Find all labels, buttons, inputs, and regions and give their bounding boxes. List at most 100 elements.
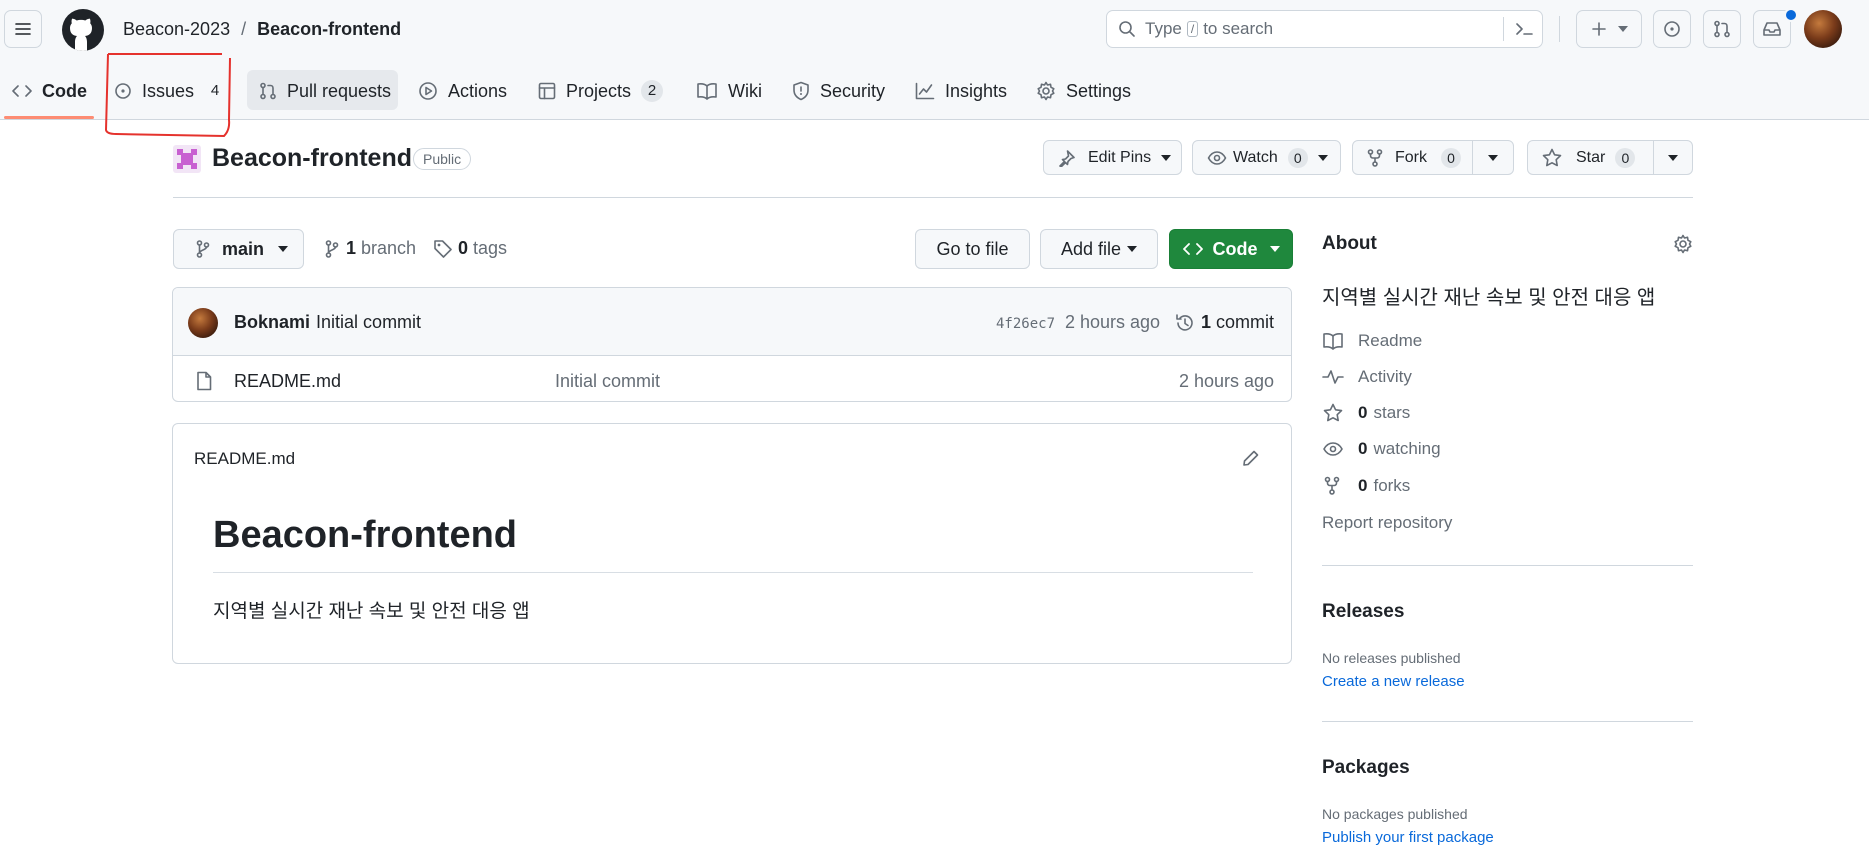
tab-actions-label: Actions xyxy=(448,80,508,101)
commit-author-avatar[interactable] xyxy=(188,308,218,338)
search-placeholder: Type / to search xyxy=(1145,19,1273,39)
book-icon xyxy=(1323,333,1343,350)
star-button[interactable]: Star 0 xyxy=(1528,141,1654,174)
branch-count: 1 xyxy=(346,238,357,258)
activity-link[interactable]: Activity xyxy=(1322,367,1412,387)
branch-name: main xyxy=(222,238,265,259)
graph-icon xyxy=(915,82,935,100)
repo-avatar xyxy=(173,145,201,173)
repo-header-divider xyxy=(173,197,1693,198)
create-new-button[interactable] xyxy=(1576,10,1642,48)
tab-insights-label: Insights xyxy=(945,80,1008,101)
search-placeholder-post: to search xyxy=(1203,19,1274,38)
tab-wiki[interactable]: Wiki xyxy=(696,74,762,108)
fork-button[interactable]: Fork 0 xyxy=(1353,141,1473,174)
stars-link[interactable]: 0 stars xyxy=(1322,403,1410,423)
triangle-down-icon xyxy=(1127,246,1138,252)
tab-insights[interactable]: Insights xyxy=(915,74,1007,108)
add-file-label: Add file xyxy=(1060,238,1122,259)
report-repository-link[interactable]: Report repository xyxy=(1322,513,1452,533)
github-logo[interactable] xyxy=(62,9,104,51)
stars-label: stars xyxy=(1373,403,1411,422)
tab-projects-label: Projects xyxy=(566,80,632,101)
forks-link[interactable]: 0 forks xyxy=(1322,476,1410,496)
tab-projects-count: 2 xyxy=(641,80,664,102)
tab-actions[interactable]: Actions xyxy=(418,74,507,108)
commit-summary: Boknami Initial commit xyxy=(234,312,421,333)
menu-icon xyxy=(15,23,31,35)
tab-code[interactable]: Code xyxy=(12,74,87,108)
tab-settings[interactable]: Settings xyxy=(1036,74,1131,108)
fork-label: Fork xyxy=(1395,148,1427,166)
repo-title[interactable]: Beacon-frontend xyxy=(212,144,412,173)
code-button[interactable]: Code xyxy=(1169,229,1293,269)
file-name[interactable]: README.md xyxy=(234,371,341,392)
star-dropdown-button[interactable] xyxy=(1654,141,1692,174)
tab-projects[interactable]: Projects 2 xyxy=(538,74,664,108)
tab-pull-requests-label: Pull requests xyxy=(287,80,392,101)
watch-count: 0 xyxy=(1287,147,1308,168)
command-palette-icon[interactable] xyxy=(1514,20,1534,38)
about-title: About xyxy=(1322,233,1377,254)
tags-link[interactable]: 0 tags xyxy=(433,238,507,259)
octocat-icon xyxy=(70,18,92,51)
breadcrumb-separator: / xyxy=(241,19,247,39)
branch-selector[interactable]: main xyxy=(173,229,304,269)
watching-link[interactable]: 0 watching xyxy=(1322,439,1441,459)
watch-button[interactable]: Watch 0 xyxy=(1192,140,1341,175)
triangle-down-icon xyxy=(1668,154,1678,161)
avatar[interactable] xyxy=(1804,10,1842,48)
edit-pins-button[interactable]: Edit Pins xyxy=(1043,140,1182,175)
search-input[interactable]: Type / to search xyxy=(1106,10,1543,48)
pull-request-icon xyxy=(1714,20,1730,38)
pull-requests-shortcut-button[interactable] xyxy=(1703,10,1741,48)
publish-package-link[interactable]: Publish your first package xyxy=(1322,829,1494,846)
annotation-highlight xyxy=(104,53,231,138)
gear-icon[interactable] xyxy=(1673,234,1693,254)
branches-link[interactable]: 1 branch xyxy=(325,238,416,259)
branch-icon xyxy=(196,240,210,258)
star-button-group: Star 0 xyxy=(1527,140,1693,175)
file-time: 2 hours ago xyxy=(1179,371,1275,391)
create-release-link[interactable]: Create a new release xyxy=(1322,673,1465,690)
add-file-button[interactable]: Add file xyxy=(1040,229,1158,269)
breadcrumb-owner[interactable]: Beacon-2023 xyxy=(123,19,230,40)
commit-hash[interactable]: 4f26ec7 xyxy=(996,316,1055,332)
triangle-down-icon xyxy=(1618,26,1628,32)
commit-author[interactable]: Boknami xyxy=(234,312,310,333)
breadcrumb-repo[interactable]: Beacon-frontend xyxy=(257,19,401,40)
triangle-down-icon xyxy=(1269,246,1280,252)
history-icon xyxy=(1176,313,1193,331)
go-to-file-button[interactable]: Go to file xyxy=(915,229,1030,269)
go-to-file-label: Go to file xyxy=(936,238,1009,259)
fork-count: 0 xyxy=(1441,147,1461,168)
star-icon xyxy=(1323,403,1343,422)
commit-count-label: commit xyxy=(1216,312,1275,332)
watching-label: watching xyxy=(1373,439,1441,458)
pull-request-icon xyxy=(260,82,276,100)
pencil-icon[interactable] xyxy=(1242,449,1260,467)
plus-icon xyxy=(1592,22,1606,36)
releases-title[interactable]: Releases xyxy=(1322,601,1404,623)
tab-pull-requests[interactable]: Pull requests xyxy=(259,74,391,108)
readme-filename[interactable]: README.md xyxy=(194,449,295,469)
commit-time: 2 hours ago xyxy=(1065,312,1161,332)
commit-history-link[interactable]: 1 commit xyxy=(1175,312,1274,333)
star-label: Star xyxy=(1576,148,1606,166)
fork-dropdown-button[interactable] xyxy=(1473,141,1513,174)
code-icon xyxy=(1182,243,1203,255)
issues-shortcut-button[interactable] xyxy=(1653,10,1691,48)
star-count: 0 xyxy=(1615,147,1636,168)
readme-link[interactable]: Readme xyxy=(1322,331,1422,351)
tab-security[interactable]: Security xyxy=(792,74,885,108)
packages-title[interactable]: Packages xyxy=(1322,757,1410,779)
commit-message[interactable]: Initial commit xyxy=(316,312,421,333)
search-icon xyxy=(1119,21,1135,37)
readme-heading-rule xyxy=(213,572,1253,573)
branch-icon xyxy=(325,239,339,258)
hamburger-menu-button[interactable] xyxy=(4,10,42,48)
file-commit-message[interactable]: Initial commit xyxy=(555,371,660,392)
table-icon xyxy=(538,82,556,100)
readme-body: 지역별 실시간 재난 속보 및 안전 대응 앱 xyxy=(213,601,530,622)
fork-icon xyxy=(1324,476,1340,495)
